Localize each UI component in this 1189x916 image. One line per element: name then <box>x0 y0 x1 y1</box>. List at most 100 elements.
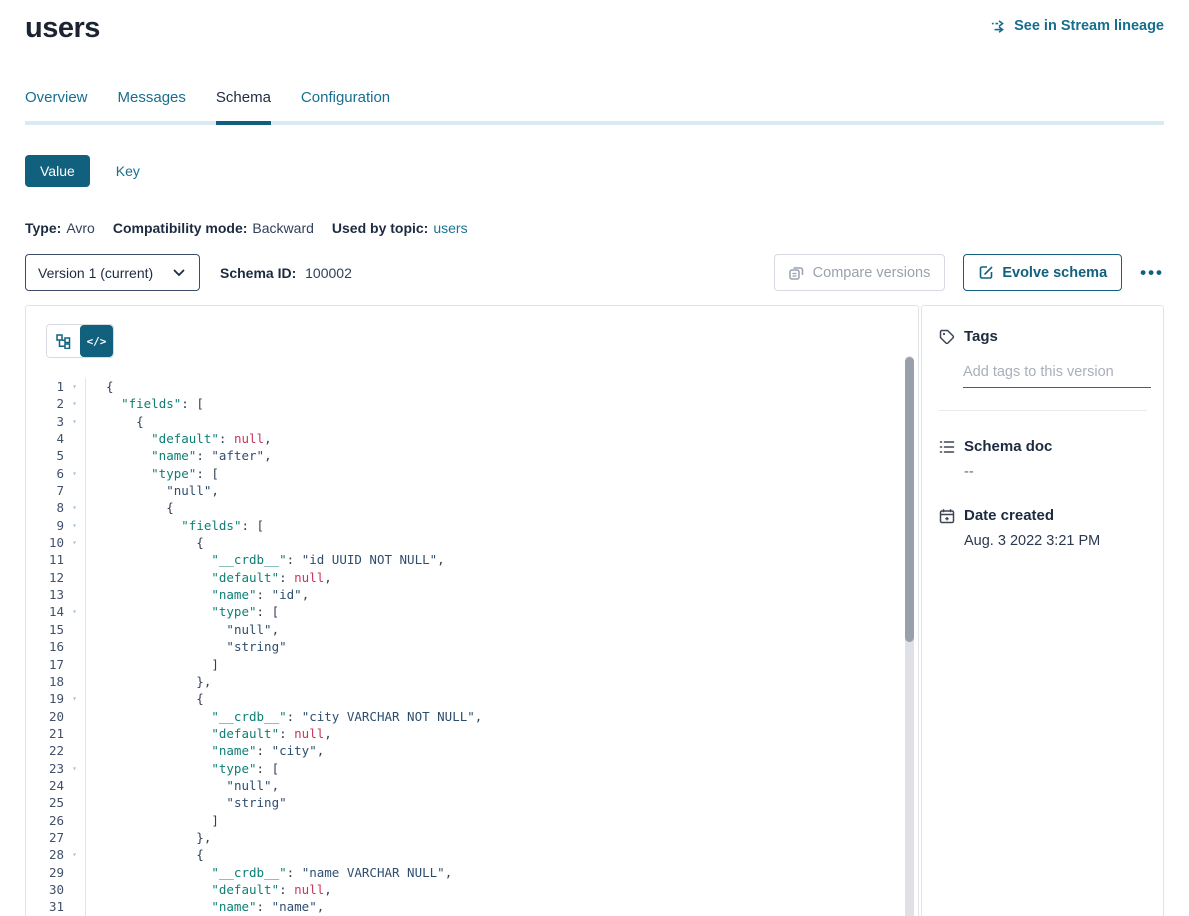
line-number: 2 <box>26 395 64 412</box>
type-value: Avro <box>66 220 95 236</box>
code-text: "null", <box>86 482 219 499</box>
evolve-schema-icon <box>978 265 994 281</box>
tab-messages[interactable]: Messages <box>118 89 186 121</box>
code-line: 2▾ "fields": [ <box>26 395 918 412</box>
code-scrollbar-track[interactable] <box>905 356 914 916</box>
code-line: 23▾ "type": [ <box>26 760 918 777</box>
code-line: 22▾ "name": "city", <box>26 742 918 759</box>
fold-toggle-icon[interactable]: ▾ <box>64 413 86 430</box>
topic-link[interactable]: users <box>433 220 467 236</box>
code-text: "null", <box>86 621 279 638</box>
code-text: "default": null, <box>86 430 272 447</box>
fold-toggle-icon[interactable]: ▾ <box>64 465 86 482</box>
fold-toggle-icon[interactable]: ▾ <box>64 517 86 534</box>
fold-toggle-icon: ▾ <box>64 812 86 829</box>
code-text: { <box>86 378 114 395</box>
line-number: 8 <box>26 499 64 516</box>
line-number: 14 <box>26 603 64 620</box>
tree-view-button[interactable] <box>47 325 80 357</box>
code-text: "fields": [ <box>86 395 204 412</box>
fold-toggle-icon[interactable]: ▾ <box>64 395 86 412</box>
evolve-schema-button[interactable]: Evolve schema <box>963 254 1122 291</box>
fold-toggle-icon[interactable]: ▾ <box>64 603 86 620</box>
code-line: 7▾ "null", <box>26 482 918 499</box>
code-line: 24▾ "null", <box>26 777 918 794</box>
fold-toggle-icon: ▾ <box>64 881 86 898</box>
fold-toggle-icon[interactable]: ▾ <box>64 690 86 707</box>
fold-toggle-icon[interactable]: ▾ <box>64 378 86 395</box>
code-line: 19▾ { <box>26 690 918 707</box>
line-number: 3 <box>26 413 64 430</box>
schema-content: </> 1▾{2▾ "fields": [3▾ {4▾ "default": n… <box>25 305 1164 916</box>
code-text: "null", <box>86 777 279 794</box>
fold-toggle-icon: ▾ <box>64 621 86 638</box>
code-line: 31▾ "name": "name", <box>26 898 918 915</box>
fold-toggle-icon: ▾ <box>64 482 86 499</box>
code-line: 4▾ "default": null, <box>26 430 918 447</box>
version-select[interactable]: Version 1 (current) <box>25 254 200 291</box>
tree-view-icon <box>56 333 72 349</box>
code-text: "default": null, <box>86 725 332 742</box>
fold-toggle-icon: ▾ <box>64 794 86 811</box>
line-number: 15 <box>26 621 64 638</box>
schema-id: Schema ID: 100002 <box>220 265 352 281</box>
code-line: 12▾ "default": null, <box>26 569 918 586</box>
code-line: 5▾ "name": "after", <box>26 447 918 464</box>
code-line: 21▾ "default": null, <box>26 725 918 742</box>
fold-toggle-icon: ▾ <box>64 569 86 586</box>
code-line: 17▾ ] <box>26 656 918 673</box>
date-created-value: Aug. 3 2022 3:21 PM <box>964 533 1147 549</box>
key-tab-link[interactable]: Key <box>116 163 140 179</box>
code-text: "type": [ <box>86 465 219 482</box>
chevron-down-icon <box>171 265 187 281</box>
tab-configuration[interactable]: Configuration <box>301 89 390 121</box>
line-number: 11 <box>26 551 64 568</box>
line-number: 16 <box>26 638 64 655</box>
fold-toggle-icon: ▾ <box>64 829 86 846</box>
value-tab-button[interactable]: Value <box>25 155 90 187</box>
code-scrollbar-thumb[interactable] <box>905 357 914 642</box>
tab-schema[interactable]: Schema <box>216 89 271 121</box>
fold-toggle-icon: ▾ <box>64 673 86 690</box>
compatibility-label: Compatibility mode: <box>113 220 248 236</box>
line-number: 22 <box>26 742 64 759</box>
stream-lineage-link[interactable]: See in Stream lineage <box>991 18 1164 34</box>
used-by-topic-label: Used by topic: <box>332 220 428 236</box>
code-text: { <box>86 499 174 516</box>
code-view-button[interactable]: </> <box>80 325 113 357</box>
code-line: 26▾ ] <box>26 812 918 829</box>
code-line: 20▾ "__crdb__": "city VARCHAR NOT NULL", <box>26 708 918 725</box>
fold-toggle-icon[interactable]: ▾ <box>64 534 86 551</box>
code-text: "type": [ <box>86 760 279 777</box>
line-number: 27 <box>26 829 64 846</box>
line-number: 13 <box>26 586 64 603</box>
code-text: "type": [ <box>86 603 279 620</box>
line-number: 28 <box>26 846 64 863</box>
tab-overview[interactable]: Overview <box>25 89 88 121</box>
add-tags-input[interactable] <box>963 362 1151 388</box>
compare-versions-button[interactable]: Compare versions <box>774 254 946 291</box>
fold-toggle-icon: ▾ <box>64 656 86 673</box>
code-text: "default": null, <box>86 881 332 898</box>
fold-toggle-icon[interactable]: ▾ <box>64 760 86 777</box>
schema-doc-title: Schema doc <box>964 438 1052 455</box>
code-text: "name": "id", <box>86 586 309 603</box>
line-number: 7 <box>26 482 64 499</box>
fold-toggle-icon[interactable]: ▾ <box>64 846 86 863</box>
code-text: }, <box>86 829 211 846</box>
code-text: "string" <box>86 638 287 655</box>
code-text: "name": "name", <box>86 898 324 915</box>
fold-toggle-icon[interactable]: ▾ <box>64 499 86 516</box>
evolve-schema-label: Evolve schema <box>1002 265 1107 281</box>
code-line: 15▾ "null", <box>26 621 918 638</box>
version-select-value: Version 1 (current) <box>38 265 153 281</box>
code-line: 28▾ { <box>26 846 918 863</box>
compare-versions-icon <box>789 265 805 281</box>
line-number: 23 <box>26 760 64 777</box>
more-options-button[interactable]: ••• <box>1140 264 1164 281</box>
compare-versions-label: Compare versions <box>813 265 931 281</box>
line-number: 9 <box>26 517 64 534</box>
stream-lineage-label: See in Stream lineage <box>1014 18 1164 34</box>
code-line: 27▾ }, <box>26 829 918 846</box>
compatibility-value: Backward <box>252 220 313 236</box>
